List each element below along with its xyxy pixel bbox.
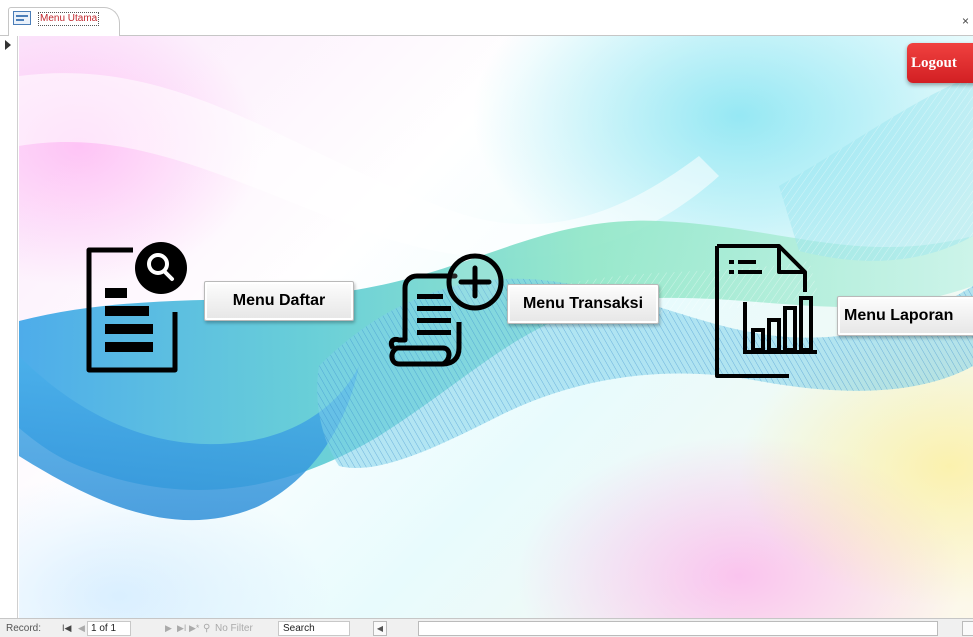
next-record-icon[interactable]: ▶ bbox=[165, 622, 172, 635]
scroll-left-button[interactable]: ◀ bbox=[373, 621, 387, 636]
scroll-right-button[interactable] bbox=[962, 621, 973, 636]
menu-transaksi-button[interactable]: Menu Transaksi bbox=[507, 284, 659, 324]
tab-title: Menu Utama bbox=[38, 12, 100, 26]
form-icon bbox=[13, 11, 31, 25]
last-record-icon[interactable]: ▶I bbox=[177, 622, 186, 635]
document-search-icon[interactable] bbox=[81, 236, 189, 374]
logout-button[interactable]: Logout bbox=[907, 43, 973, 83]
record-navigation-bar: Record: I◀ ◀ 1 of 1 ▶ ▶I ▶* ⚲ No Filter … bbox=[0, 618, 973, 637]
receipt-add-icon[interactable] bbox=[387, 244, 507, 368]
new-record-icon[interactable]: ▶* bbox=[189, 622, 199, 635]
close-icon[interactable]: × bbox=[962, 15, 969, 27]
record-selector[interactable] bbox=[0, 36, 18, 618]
record-position-field[interactable]: 1 of 1 bbox=[87, 621, 131, 636]
form-canvas: Logout Menu Daftar Menu Transaksi Menu L… bbox=[19, 36, 973, 618]
search-input[interactable]: Search bbox=[278, 621, 350, 636]
tab-bar: Menu Utama × bbox=[0, 0, 973, 37]
record-pointer-icon bbox=[5, 40, 11, 50]
horizontal-scrollbar[interactable] bbox=[418, 621, 938, 636]
filter-icon: ⚲ bbox=[203, 623, 211, 634]
no-filter-button[interactable]: No Filter bbox=[215, 622, 253, 635]
tab-menu-utama[interactable]: Menu Utama bbox=[8, 7, 120, 37]
record-label: Record: bbox=[6, 623, 42, 634]
menu-laporan-button[interactable]: Menu Laporan bbox=[837, 296, 973, 336]
previous-record-icon[interactable]: ◀ bbox=[78, 622, 85, 635]
menu-daftar-button[interactable]: Menu Daftar bbox=[204, 281, 354, 321]
first-record-icon[interactable]: I◀ bbox=[62, 622, 71, 635]
report-chart-icon[interactable] bbox=[709, 242, 821, 384]
